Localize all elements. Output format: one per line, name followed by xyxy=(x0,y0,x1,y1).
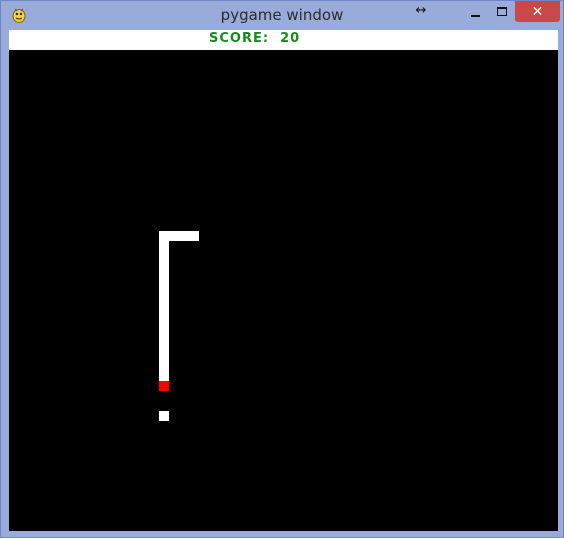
title-bar[interactable]: pygame window ↔ ✕ xyxy=(1,1,563,30)
snake-body-segment xyxy=(159,231,169,381)
playfield xyxy=(9,50,558,531)
score-label: SCORE: 20 xyxy=(209,31,301,46)
snake-head xyxy=(159,381,169,391)
game-canvas[interactable]: SCORE: 20 xyxy=(9,30,558,531)
maximize-icon xyxy=(497,7,507,16)
resize-arrows-icon: ↔ xyxy=(415,3,427,18)
minimize-icon xyxy=(470,14,480,17)
close-button[interactable]: ✕ xyxy=(515,1,560,22)
close-icon: ✕ xyxy=(531,3,544,20)
minimize-button[interactable] xyxy=(461,1,489,22)
food-pellet xyxy=(159,411,169,421)
score-bar: SCORE: 20 xyxy=(9,30,558,50)
pygame-window: pygame window ↔ ✕ SCORE: 20 xyxy=(0,0,564,538)
maximize-button[interactable] xyxy=(489,1,515,22)
